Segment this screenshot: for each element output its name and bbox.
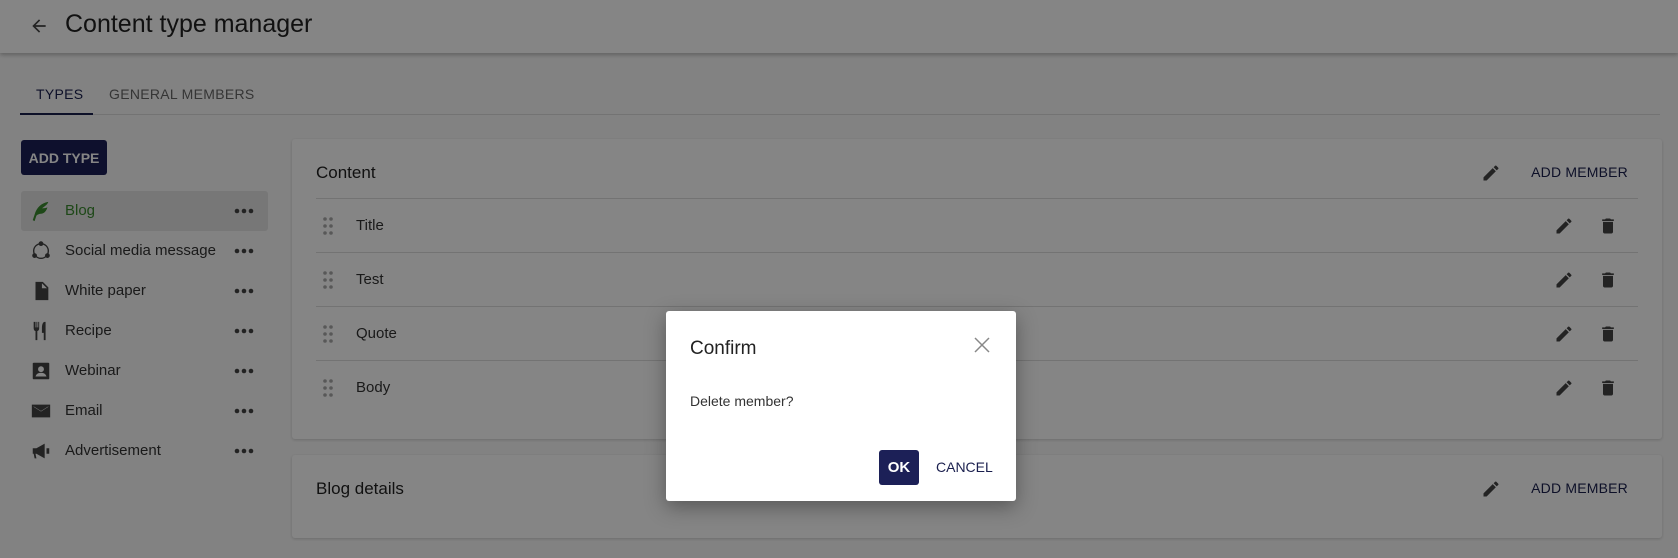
close-icon[interactable] (972, 335, 992, 355)
confirm-dialog: Confirm Delete member? OK CANCEL (666, 311, 1016, 501)
ok-button[interactable]: OK (879, 450, 919, 485)
cancel-button[interactable]: CANCEL (936, 459, 993, 475)
dialog-title: Confirm (690, 338, 757, 359)
dialog-message: Delete member? (690, 393, 794, 409)
